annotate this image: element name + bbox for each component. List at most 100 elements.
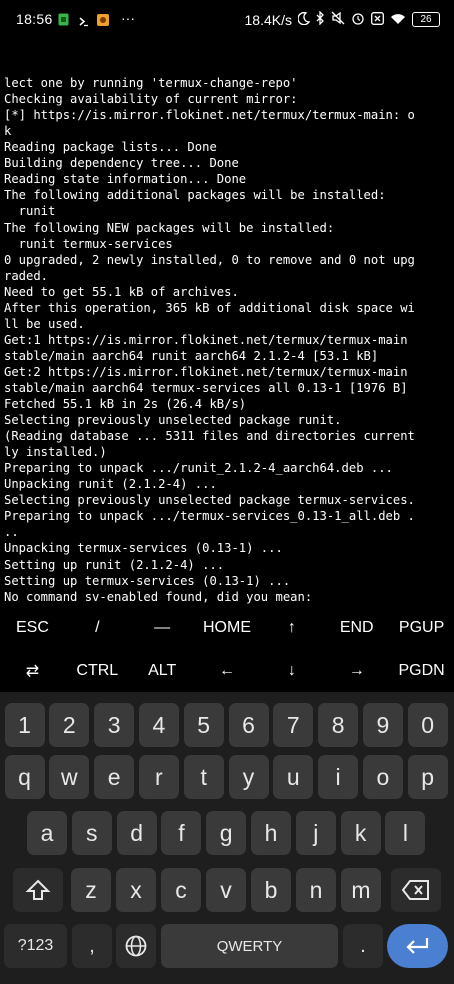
terminal-line: (Reading database ... 5311 files and dir… bbox=[4, 429, 415, 444]
space-key[interactable]: QWERTY bbox=[161, 924, 338, 968]
left-arrow-key[interactable]: ← bbox=[195, 649, 260, 692]
globe-icon bbox=[125, 935, 147, 957]
terminal-line: lect one by running 'termux-change-repo' bbox=[4, 76, 298, 91]
tab-key[interactable]: ⇄ bbox=[0, 649, 65, 692]
enter-icon bbox=[405, 938, 428, 954]
key[interactable]: d bbox=[116, 811, 157, 855]
terminal-line: 0 upgraded, 2 newly installed, 0 to remo… bbox=[4, 252, 415, 267]
terminal-line: Selecting previously unselected package … bbox=[4, 413, 342, 428]
terminal-line: Unpacking termux-services (0.13-1) ... bbox=[4, 541, 283, 556]
dash-key[interactable]: — bbox=[130, 606, 195, 649]
esc-key[interactable]: ESC bbox=[0, 606, 65, 649]
backspace-key[interactable] bbox=[391, 868, 441, 912]
symbols-key[interactable]: ?123 bbox=[4, 924, 67, 968]
key[interactable]: 7 bbox=[273, 703, 314, 747]
sim-off-icon bbox=[371, 11, 384, 28]
enter-key[interactable] bbox=[387, 924, 448, 968]
battery-icon: 26 bbox=[412, 12, 440, 27]
wifi-icon bbox=[390, 12, 406, 28]
key[interactable]: 4 bbox=[138, 703, 179, 747]
terminal-line: Fetched 55.1 kB in 2s (26.4 kB/s) bbox=[4, 397, 247, 412]
key[interactable]: 0 bbox=[407, 703, 448, 747]
terminal-line: runit termux-services bbox=[4, 236, 173, 251]
key[interactable]: c bbox=[161, 868, 201, 912]
terminal-line: Reading state information... Done bbox=[4, 172, 247, 187]
terminal-output[interactable]: lect one by running 'termux-change-repo'… bbox=[4, 43, 454, 685]
terminal-line: The following additional packages will b… bbox=[4, 188, 386, 203]
home-key[interactable]: HOME bbox=[195, 606, 260, 649]
key[interactable]: 3 bbox=[94, 703, 135, 747]
comma-key[interactable]: , bbox=[72, 924, 112, 968]
soft-keyboard: 1234567890 qwertyuiop asdfghjkl zxcvbnm … bbox=[0, 692, 454, 984]
terminal-line: The following NEW packages will be insta… bbox=[4, 220, 335, 235]
moon-icon bbox=[297, 11, 311, 28]
shift-key[interactable] bbox=[13, 868, 63, 912]
down-arrow-key[interactable]: ↓ bbox=[259, 649, 324, 692]
key[interactable]: 1 bbox=[4, 703, 45, 747]
terminal-line: ll be used. bbox=[4, 316, 85, 331]
key[interactable]: l bbox=[385, 811, 426, 855]
terminal-line: Get:2 https://is.mirror.flokinet.net/ter… bbox=[4, 364, 408, 379]
key[interactable]: 2 bbox=[49, 703, 90, 747]
terminal-line: stable/main aarch64 termux-services all … bbox=[4, 380, 408, 395]
up-arrow-key[interactable]: ↑ bbox=[259, 606, 324, 649]
terminal-line: After this operation, 365 kB of addition… bbox=[4, 300, 415, 315]
slash-key[interactable]: / bbox=[65, 606, 130, 649]
ctrl-key[interactable]: CTRL bbox=[65, 649, 130, 692]
key[interactable]: y bbox=[228, 755, 269, 799]
extra-keys-row-2: ⇄ CTRL ALT ← ↓ → PGDN bbox=[0, 649, 454, 692]
key[interactable]: e bbox=[94, 755, 135, 799]
key[interactable]: a bbox=[27, 811, 67, 855]
pgdn-key[interactable]: PGDN bbox=[389, 649, 454, 692]
key[interactable]: g bbox=[206, 811, 247, 855]
key[interactable]: q bbox=[4, 755, 45, 799]
key[interactable]: n bbox=[296, 868, 336, 912]
terminal-line: [*] https://is.mirror.flokinet.net/termu… bbox=[4, 108, 415, 123]
key[interactable]: z bbox=[71, 868, 111, 912]
alarm-icon bbox=[351, 11, 365, 28]
key[interactable]: p bbox=[407, 755, 448, 799]
bluetooth-icon bbox=[316, 10, 325, 28]
key[interactable]: t bbox=[183, 755, 224, 799]
terminal-line: ly installed.) bbox=[4, 445, 107, 460]
key[interactable]: 6 bbox=[228, 703, 269, 747]
key[interactable]: 9 bbox=[362, 703, 403, 747]
key[interactable]: 5 bbox=[183, 703, 224, 747]
key[interactable]: w bbox=[49, 755, 90, 799]
backspace-icon bbox=[401, 880, 429, 900]
key[interactable]: u bbox=[273, 755, 314, 799]
key[interactable]: v bbox=[206, 868, 246, 912]
alt-key[interactable]: ALT bbox=[130, 649, 195, 692]
terminal-line: k bbox=[4, 124, 12, 139]
key[interactable]: h bbox=[251, 811, 291, 855]
terminal-line: Reading package lists... Done bbox=[4, 140, 217, 155]
extra-keys-bar: ESC / — HOME ↑ END PGUP ⇄ CTRL ALT ← ↓ → PGDN bbox=[0, 606, 454, 692]
key[interactable]: m bbox=[341, 868, 381, 912]
pgup-key[interactable]: PGUP bbox=[389, 606, 454, 649]
key[interactable]: o bbox=[362, 755, 403, 799]
key[interactable]: k bbox=[340, 811, 381, 855]
key[interactable]: i bbox=[318, 755, 359, 799]
status-bar: 18:56 ··· 18.4K/s 26 bbox=[0, 0, 454, 40]
key[interactable]: j bbox=[295, 811, 336, 855]
period-key[interactable]: . bbox=[343, 924, 383, 968]
language-key[interactable] bbox=[116, 924, 156, 968]
terminal-line: Setting up runit (2.1.2-4) ... bbox=[4, 557, 225, 572]
sim-icon bbox=[58, 13, 69, 27]
terminal-line: Preparing to unpack .../termux-services_… bbox=[4, 509, 415, 524]
key[interactable]: f bbox=[161, 811, 202, 855]
end-key[interactable]: END bbox=[324, 606, 389, 649]
key[interactable]: r bbox=[138, 755, 179, 799]
terminal-line: No command sv-enabled found, did you mea… bbox=[4, 589, 313, 604]
net-speed: 18.4K/s bbox=[244, 11, 292, 28]
key[interactable]: x bbox=[116, 868, 156, 912]
terminal-line: runit bbox=[4, 204, 56, 219]
terminal-line: Get:1 https://is.mirror.flokinet.net/ter… bbox=[4, 332, 408, 347]
terminal-line: Need to get 55.1 kB of archives. bbox=[4, 284, 239, 299]
terminal-line: Preparing to unpack .../runit_2.1.2-4_aa… bbox=[4, 461, 393, 476]
key[interactable]: s bbox=[71, 811, 112, 855]
key[interactable]: b bbox=[251, 868, 291, 912]
terminal-line: raded. bbox=[4, 268, 49, 283]
key[interactable]: 8 bbox=[318, 703, 359, 747]
right-arrow-key[interactable]: → bbox=[324, 649, 389, 692]
